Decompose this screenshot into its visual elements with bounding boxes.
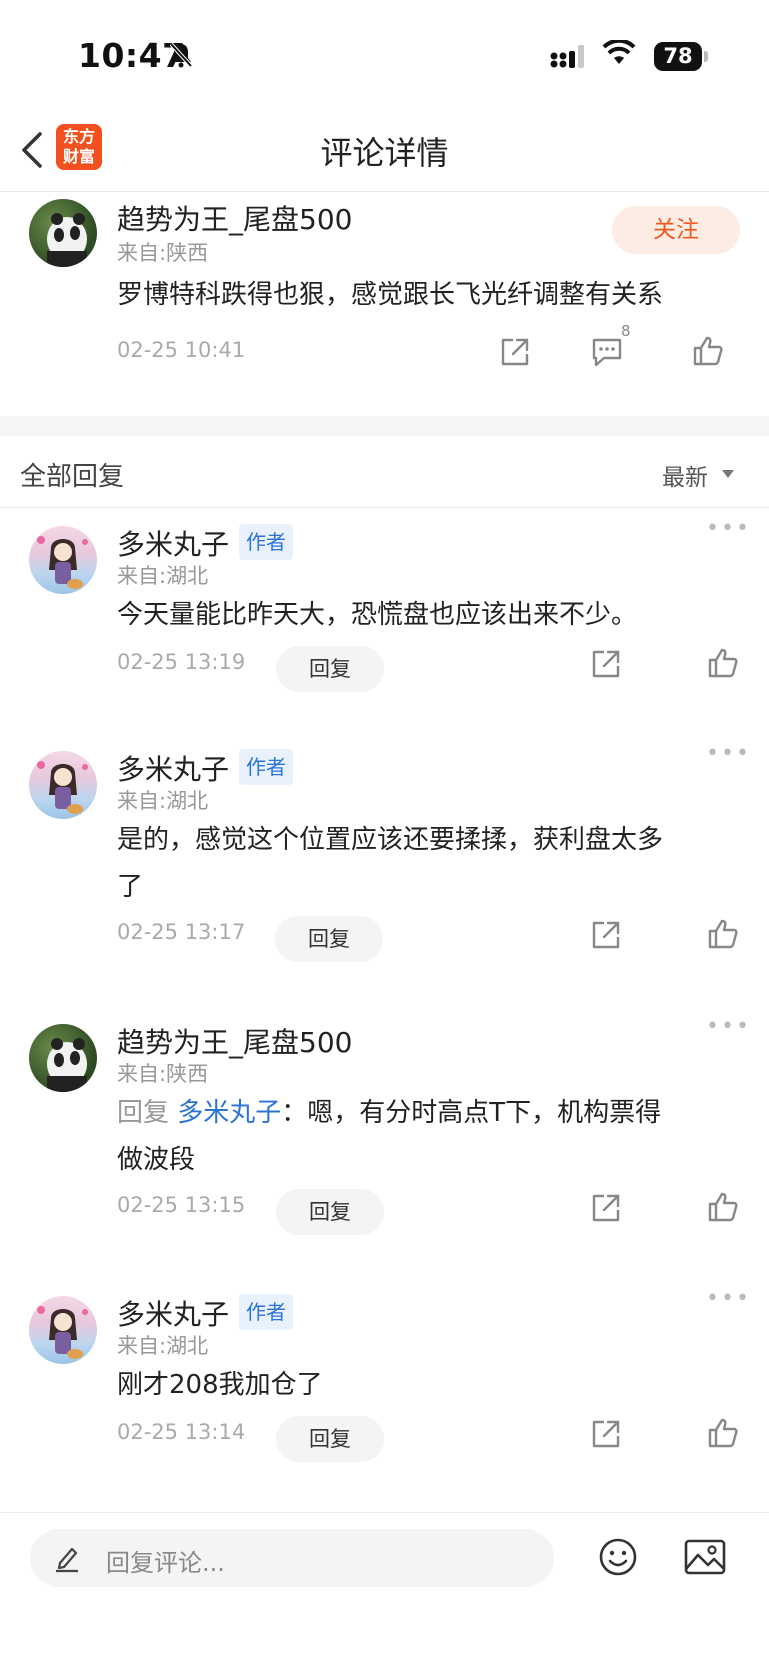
follow-button[interactable]: 关注 [612, 206, 740, 254]
reply-button[interactable]: 回复 [275, 916, 383, 962]
avatar[interactable] [29, 526, 97, 594]
reply-target-link[interactable]: 多米丸子 [177, 1098, 281, 1128]
location: 来自:陕西 [117, 241, 209, 265]
like-icon[interactable] [706, 1416, 740, 1450]
more-icon[interactable]: ••• [706, 516, 751, 541]
reply-text: 是的，感觉这个位置应该还要揉揉，获利盘太多 [117, 825, 664, 855]
username[interactable]: 多米丸子 [117, 1293, 229, 1333]
like-icon[interactable] [706, 646, 740, 680]
reply-time: 02-25 13:17 [117, 920, 246, 944]
more-icon[interactable]: ••• [706, 1014, 751, 1039]
avatar[interactable] [29, 199, 97, 267]
sort-dropdown[interactable]: 最新 [662, 458, 708, 492]
more-icon[interactable]: ••• [706, 1286, 751, 1311]
caret-down-icon[interactable] [722, 470, 734, 478]
avatar[interactable] [29, 751, 97, 819]
reply-item: 趋势为王_尾盘500 ••• 来自:陕西 回复 多米丸子：嗯，有分时高点T下，机… [0, 1006, 769, 1251]
signal-icon [550, 45, 584, 68]
reply-button[interactable]: 回复 [276, 1189, 384, 1235]
bottom-bar: 回复评论... [0, 1512, 769, 1665]
comment-time: 02-25 10:41 [117, 338, 246, 362]
location: 来自:湖北 [117, 789, 209, 813]
share-icon[interactable] [590, 1192, 622, 1224]
pencil-icon [56, 1547, 78, 1573]
share-icon[interactable] [590, 1418, 622, 1450]
main-comment: 趋势为王_尾盘500 来自:陕西 关注 罗博特科跌得也狠，感觉跟长飞光纤调整有关… [0, 192, 769, 416]
comment-text: 罗博特科跌得也狠，感觉跟长飞光纤调整有关系 [117, 280, 664, 310]
avatar[interactable] [29, 1296, 97, 1364]
replies-title: 全部回复 [20, 462, 125, 492]
reply-item: 多米丸子 作者 ••• 来自:湖北 刚才208我加仓了 02-25 13:14 … [0, 1278, 769, 1478]
reply-text-continued: 了 [117, 872, 144, 902]
reply-text: 今天量能比昨天大，恐慌盘也应该出来不少。 [117, 600, 638, 630]
bell-slash-icon [170, 42, 192, 68]
section-divider [0, 416, 769, 436]
emoji-icon[interactable] [598, 1537, 638, 1577]
location: 来自:湖北 [117, 1334, 209, 1358]
image-icon[interactable] [684, 1539, 726, 1575]
author-badge: 作者 [239, 1294, 293, 1330]
battery-indicator: 78 [654, 42, 702, 71]
username[interactable]: 趋势为王_尾盘500 [117, 1021, 352, 1061]
share-icon[interactable] [590, 919, 622, 951]
reply-button[interactable]: 回复 [276, 1416, 384, 1462]
page-title: 评论详情 [320, 134, 449, 172]
reply-time: 02-25 13:19 [117, 650, 246, 674]
more-icon[interactable]: ••• [706, 741, 751, 766]
avatar[interactable] [29, 1024, 97, 1092]
reply-input[interactable]: 回复评论... [30, 1529, 554, 1587]
reply-button[interactable]: 回复 [276, 646, 384, 692]
like-icon[interactable] [706, 917, 740, 951]
reply-text-continued: 做波段 [117, 1145, 196, 1175]
username[interactable]: 趋势为王_尾盘500 [117, 198, 352, 238]
reply-item: 多米丸子 作者 ••• 来自:湖北 今天量能比昨天大，恐慌盘也应该出来不少。 0… [0, 508, 769, 708]
share-icon[interactable] [590, 648, 622, 680]
author-badge: 作者 [239, 524, 293, 560]
reply-text: 回复 多米丸子：嗯，有分时高点T下，机构票得 [117, 1090, 661, 1136]
comment-count: 8 [621, 322, 631, 340]
like-icon[interactable] [691, 334, 725, 368]
location: 来自:湖北 [117, 564, 209, 588]
username[interactable]: 多米丸子 [117, 523, 229, 563]
share-icon[interactable] [499, 336, 531, 368]
reply-input-placeholder: 回复评论... [106, 1549, 225, 1577]
reply-time: 02-25 13:14 [117, 1420, 246, 1444]
status-bar: 10:47 78 [0, 0, 769, 110]
author-badge: 作者 [239, 749, 293, 785]
wifi-icon [602, 40, 636, 64]
like-icon[interactable] [706, 1190, 740, 1224]
reply-time: 02-25 13:15 [117, 1193, 246, 1217]
location: 来自:陕西 [117, 1062, 209, 1086]
nav-bar: 东方 财富 评论详情 [0, 110, 769, 192]
reply-item: 多米丸子 作者 ••• 来自:湖北 是的，感觉这个位置应该还要揉揉，获利盘太多 … [0, 733, 769, 978]
reply-prefix: 回复 [117, 1098, 170, 1128]
reply-text: 刚才208我加仓了 [117, 1370, 323, 1400]
comment-icon[interactable] [590, 336, 624, 368]
replies-header: 全部回复 最新 [0, 436, 769, 508]
username[interactable]: 多米丸子 [117, 748, 229, 788]
battery-cap [704, 51, 708, 62]
reply-text-line1: ：嗯，有分时高点T下，机构票得 [281, 1098, 662, 1128]
